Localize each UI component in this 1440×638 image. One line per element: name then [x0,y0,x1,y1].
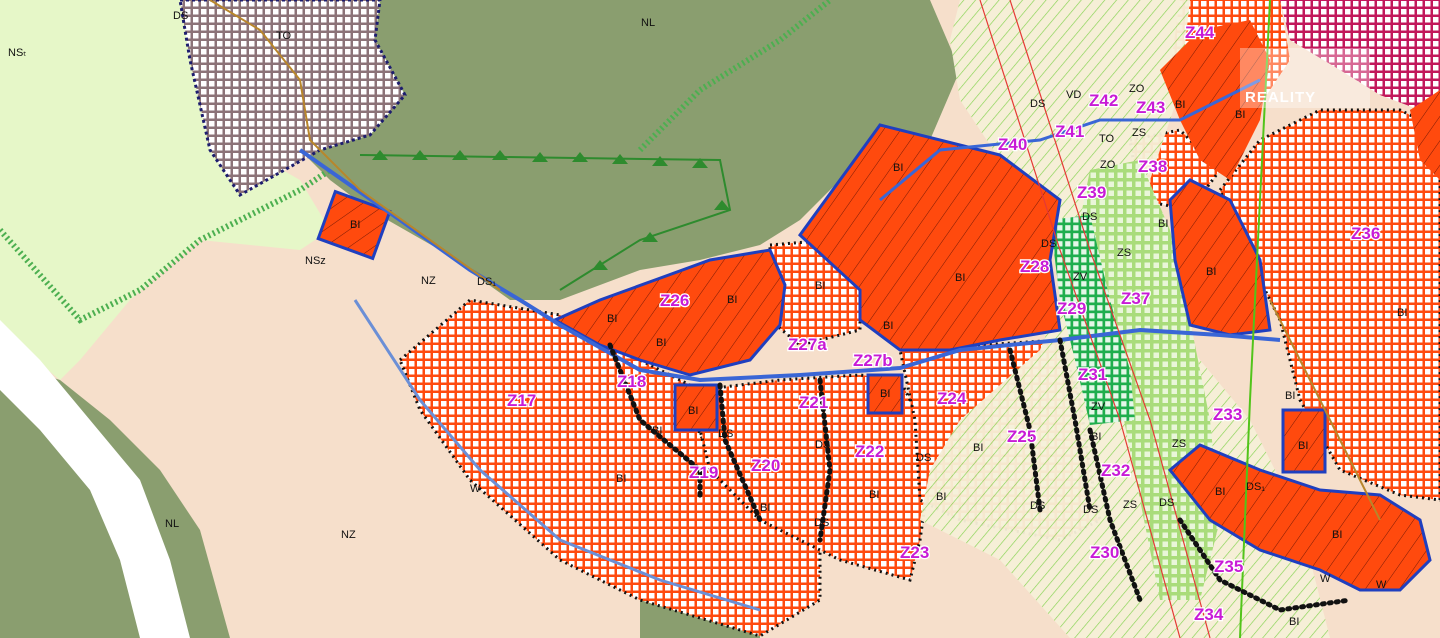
zone-label-z26[interactable]: Z26 [659,290,691,312]
bi-label: BI [1175,99,1185,111]
zone-label-z41[interactable]: Z41 [1054,121,1086,143]
bi-label: BI [1091,431,1101,443]
bi-label: BI [1332,529,1342,541]
label-ds1-right: DS₁ [1246,481,1265,493]
label-zo-2: ZO [1100,159,1116,171]
label-nz-top: NZ [421,275,436,287]
label-ds-d: DS [718,428,733,440]
label-zs-3: ZS [1172,438,1186,450]
bi-label: BI [880,388,890,400]
label-ds-topleft: DS [173,10,188,22]
zone-label-z31[interactable]: Z31 [1077,364,1109,386]
label-zv-1: ZV [1073,271,1088,283]
zone-label-z40[interactable]: Z40 [997,134,1029,156]
label-ds-b: DS [1082,211,1097,223]
zone-label-z36[interactable]: Z36 [1350,223,1382,245]
label-ds-e: DS [815,439,830,451]
zone-label-z44[interactable]: Z44 [1184,22,1216,44]
zone-label-z25[interactable]: Z25 [1006,426,1038,448]
bi-label: BI [1235,109,1245,121]
bi-label: BI [616,473,626,485]
zone-label-z23[interactable]: Z23 [899,542,931,564]
zone-label-z29[interactable]: Z29 [1056,298,1088,320]
bi-label: BI [936,491,946,503]
label-nz-bottom: NZ [341,529,356,541]
label-zs-4: ZS [1123,499,1137,511]
bi-label: BI [607,313,617,325]
label-to-top: TO [276,30,292,42]
bi-label: BI [1289,616,1299,628]
bi-label: BI [973,442,983,454]
watermark-text: REALITY [1245,89,1316,106]
label-zo-1: ZO [1129,83,1145,95]
zone-label-z28[interactable]: Z28 [1019,256,1051,278]
zone-label-z17[interactable]: Z17 [506,390,538,412]
bi-label: BI [893,162,903,174]
label-ds-h: DS [1030,500,1045,512]
bi-label: BI [656,337,666,349]
label-w-path: W [470,483,481,495]
label-ds-f: DS [916,452,931,464]
label-w-right2: W [1376,579,1387,591]
zone-label-z18[interactable]: Z18 [616,371,648,393]
bi-label: BI [1285,390,1295,402]
zone-label-z30[interactable]: Z30 [1089,542,1121,564]
bi-label: BI [1397,307,1407,319]
label-ds-a: DS [1030,98,1045,110]
label-w-right: W [1320,573,1331,585]
zone-label-z38[interactable]: Z38 [1137,156,1169,178]
bi-label: BI [883,320,893,332]
zone-label-z19[interactable]: Z19 [688,462,720,484]
label-ds-i: DS [1083,504,1098,516]
bi-label: BI [760,502,770,514]
label-to-2: TO [1099,133,1115,145]
land-use-map[interactable]: REALITY BI BI BI BI BI BI BI BI BI BI BI… [0,0,1440,638]
label-ds1-road: DS₁ [477,276,496,288]
label-nl-top: NL [641,17,655,29]
zone-label-z34[interactable]: Z34 [1193,604,1225,626]
label-nl-bottom: NL [165,518,179,530]
zone-label-z42[interactable]: Z42 [1088,90,1120,112]
bi-label: BI [727,294,737,306]
watermark-logo: REALITY [1240,48,1370,108]
label-vd: VD [1066,89,1081,101]
bi-label: BI [652,425,662,437]
label-ns-mid: NSz [305,255,326,267]
bi-label: BI [815,280,825,292]
bi-label: BI [688,405,698,417]
zone-label-z21[interactable]: Z21 [798,392,830,414]
label-ds-g: DS [814,517,829,529]
bi-label: BI [1158,218,1168,230]
bi-label: BI [1206,266,1216,278]
zone-label-z37[interactable]: Z37 [1120,288,1152,310]
zone-label-z20[interactable]: Z20 [750,455,782,477]
label-zv-2: ZV [1091,401,1106,413]
zone-label-z27a[interactable]: Z27a [787,334,829,356]
label-ns-top: NSₜ [8,47,27,59]
bi-label: BI [869,489,879,501]
bi-label: BI [1298,440,1308,452]
zone-label-z22[interactable]: Z22 [854,441,886,463]
label-zs-2: ZS [1117,247,1131,259]
bi-label: BI [1215,486,1225,498]
zone-label-z24[interactable]: Z24 [936,388,968,410]
zone-label-z35[interactable]: Z35 [1213,556,1245,578]
zone-label-z27b[interactable]: Z27b [852,350,894,372]
label-ds-c: DS [1041,238,1056,250]
bi-label: BI [350,219,360,231]
zone-label-z39[interactable]: Z39 [1076,182,1108,204]
zone-label-z32[interactable]: Z32 [1100,460,1132,482]
zone-label-z43[interactable]: Z43 [1135,97,1167,119]
label-zs-1: ZS [1132,127,1146,139]
zone-label-z33[interactable]: Z33 [1212,404,1244,426]
bi-label: BI [955,272,965,284]
label-ds-j: DS [1159,497,1174,509]
